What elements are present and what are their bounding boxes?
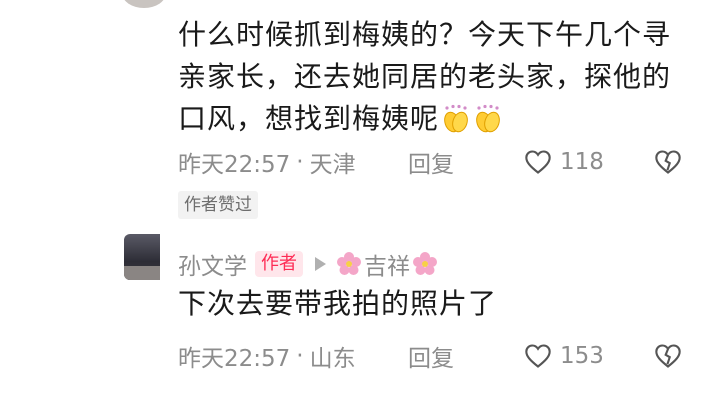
reply-button[interactable]: 回复	[408, 145, 454, 179]
comment-line: 亲家长，还去她同居的老头家，探他的	[178, 60, 672, 93]
author-liked-badge: 作者赞过	[178, 191, 258, 219]
comment-list: 什么时候抓到梅姨的？今天下午几个寻 亲家长，还去她同居的老头家，探他的 口风，想…	[0, 0, 720, 405]
comment-meta: 昨天22:57 · 天津 回复 118	[178, 146, 690, 178]
like-count: 118	[560, 149, 604, 175]
clap-icon	[476, 104, 500, 133]
comment-time: 昨天22:57	[178, 346, 291, 372]
broken-heart-icon[interactable]	[654, 148, 682, 176]
comment-meta: 昨天22:57 · 山东 回复 153	[178, 340, 690, 372]
author-badge: 作者	[255, 251, 303, 277]
comment-time: 昨天22:57	[178, 152, 291, 178]
heart-icon	[525, 344, 551, 368]
separator-dot: ·	[296, 343, 304, 369]
like-count: 153	[560, 343, 604, 369]
heart-icon	[525, 150, 551, 174]
avatar[interactable]	[124, 234, 160, 280]
like-button[interactable]: 153	[524, 342, 604, 370]
comment-line-text: 口风，想找到梅姨呢	[178, 102, 440, 135]
comment-location: 天津	[309, 152, 356, 178]
user-name[interactable]: 孙文学	[178, 247, 247, 281]
comment-line: 口风，想找到梅姨呢	[178, 98, 698, 140]
comment-line: 什么时候抓到梅姨的？今天下午几个寻	[178, 18, 672, 51]
comment-text: 下次去要带我拍的照片了	[178, 287, 498, 320]
reply-button[interactable]: 回复	[408, 339, 454, 373]
comment-text: 什么时候抓到梅姨的？今天下午几个寻 亲家长，还去她同居的老头家，探他的 口风，想…	[178, 14, 698, 140]
broken-heart-icon[interactable]	[654, 342, 682, 370]
flower-icon	[413, 252, 437, 275]
like-button[interactable]: 118	[524, 148, 604, 176]
flower-icon	[337, 252, 361, 275]
reply-arrow-icon	[315, 257, 326, 271]
reply-header: 孙文学 作者 吉祥	[178, 248, 438, 280]
comment-location: 山东	[309, 346, 356, 372]
avatar[interactable]	[122, 0, 166, 8]
reply-to-name[interactable]: 吉祥	[364, 247, 410, 281]
clap-icon	[444, 104, 468, 133]
emoji-group	[441, 104, 503, 134]
separator-dot: ·	[296, 149, 304, 175]
